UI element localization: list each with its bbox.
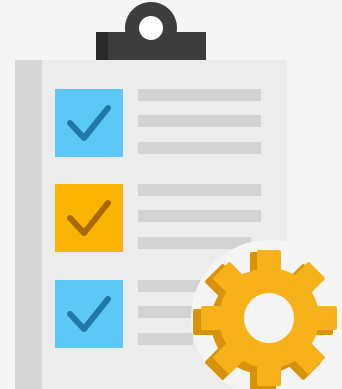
clipboard-checklist-illustration — [15, 2, 342, 389]
clip-base-shade — [96, 32, 108, 60]
checkbox-checked-blue — [55, 280, 123, 348]
text-line — [138, 142, 261, 154]
clipboard-clip-icon — [96, 2, 206, 60]
text-line — [138, 210, 261, 222]
clip-hole — [139, 16, 163, 40]
checklist-item — [55, 89, 261, 157]
text-line — [138, 89, 261, 101]
text-line — [138, 184, 261, 196]
clipboard-edge-strip — [15, 60, 42, 389]
checkbox-checked-blue — [55, 89, 123, 157]
text-line — [138, 237, 251, 249]
text-line — [138, 333, 193, 345]
illustration-canvas — [0, 0, 342, 389]
checkbox-checked-orange — [55, 184, 123, 252]
gear-center-hole — [244, 293, 294, 343]
text-line — [138, 115, 261, 127]
text-line — [138, 306, 193, 318]
checklist-item — [55, 184, 261, 252]
